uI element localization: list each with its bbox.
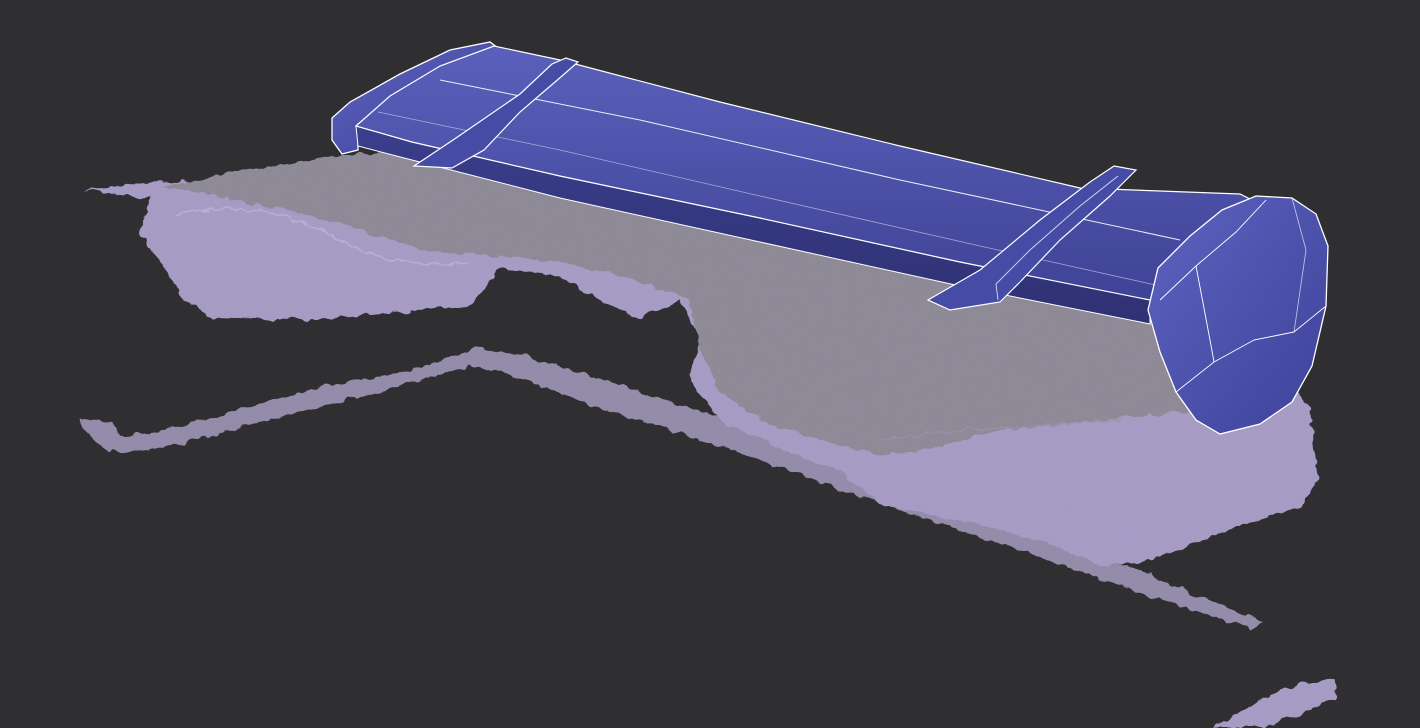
3d-scene[interactable] bbox=[0, 0, 1420, 728]
scan-bottom-fragment bbox=[1212, 680, 1336, 728]
3d-viewport[interactable] bbox=[0, 0, 1420, 728]
